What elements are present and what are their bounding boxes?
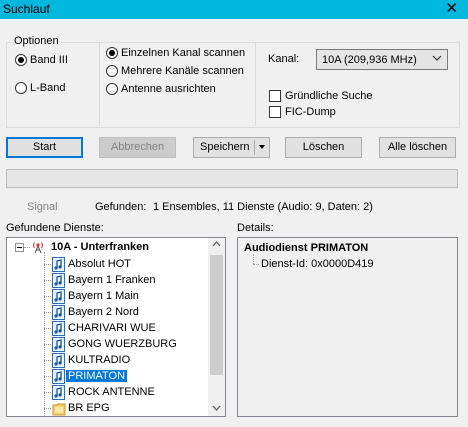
lband-radio[interactable] — [15, 82, 27, 94]
options-separator-2 — [255, 42, 256, 126]
scan-multi-radio[interactable] — [106, 65, 118, 77]
band3-radio[interactable] — [15, 54, 27, 66]
scan-antenna-label: Antenne ausrichten — [121, 83, 216, 95]
band3-label: Band III — [30, 54, 68, 66]
thorough-search-label: Gründliche Suche — [285, 90, 373, 102]
data-folder-icon — [52, 401, 66, 416]
channel-value: 10A (209,936 MHz) — [322, 54, 417, 66]
cancel-button[interactable]: Abbrechen — [99, 137, 176, 158]
fic-dump-checkbox[interactable] — [269, 106, 281, 118]
service-item[interactable]: Bayern 2 Nord — [68, 306, 139, 318]
scroll-down-icon[interactable] — [208, 404, 225, 413]
close-icon[interactable]: ✕ — [445, 0, 458, 18]
audio-note-icon — [52, 289, 65, 304]
details-label: Details: — [237, 222, 274, 234]
service-item[interactable]: BR EPG — [68, 402, 110, 414]
service-item[interactable]: GONG WUERZBURG — [68, 338, 177, 350]
service-item[interactable]: Absolut HOT — [68, 258, 131, 270]
service-item[interactable]: PRIMATON — [66, 370, 128, 382]
audio-note-icon — [52, 369, 65, 384]
tree-line — [44, 408, 51, 409]
found-label: Gefunden: — [95, 201, 147, 213]
start-button[interactable]: Start — [6, 137, 83, 158]
scan-antenna-radio[interactable] — [106, 83, 118, 95]
scan-single-label: Einzelnen Kanal scannen — [121, 47, 246, 59]
channel-label: Kanal: — [268, 53, 300, 65]
details-service-id: Dienst-Id: 0x0000D419 — [261, 258, 374, 270]
scrollbar[interactable] — [208, 238, 225, 416]
signal-label: Signal — [27, 201, 58, 213]
scan-single-radio[interactable] — [106, 47, 118, 59]
services-tree[interactable]: 10A - Unterfranken Absolut HOT Bayern 1 F… — [6, 237, 226, 417]
audio-note-icon — [52, 337, 65, 352]
tree-line — [44, 376, 51, 377]
scroll-thumb[interactable] — [210, 255, 223, 375]
service-item[interactable]: Bayern 1 Main — [68, 290, 139, 302]
fic-dump-label: FIC-Dump — [285, 106, 336, 118]
delete-all-button[interactable]: Alle löschen — [379, 137, 456, 158]
tree-line — [44, 296, 51, 297]
tree-line — [253, 264, 259, 265]
options-separator-1 — [99, 42, 100, 126]
options-legend: Optionen — [12, 35, 61, 47]
tree-line — [44, 344, 51, 345]
services-label: Gefundene Dienste: — [6, 222, 104, 234]
delete-button[interactable]: Löschen — [285, 137, 362, 158]
scan-progress-bar — [6, 169, 458, 188]
scroll-up-icon[interactable] — [208, 240, 225, 249]
save-dropdown-icon[interactable] — [257, 138, 267, 164]
save-split-divider — [254, 140, 255, 155]
audio-note-icon — [52, 321, 65, 336]
tree-line — [253, 254, 254, 264]
antenna-icon — [31, 240, 45, 257]
service-item[interactable]: KULTRADIO — [68, 354, 130, 366]
lband-label: L-Band — [30, 82, 66, 94]
scan-multi-label: Mehrere Kanäle scannen — [121, 65, 244, 77]
audio-note-icon — [52, 353, 65, 368]
service-item[interactable]: CHARIVARI WUE — [68, 322, 156, 334]
tree-line — [24, 247, 30, 248]
details-panel: Audiodienst PRIMATON Dienst-Id: 0x0000D4… — [237, 237, 458, 417]
save-split-button[interactable]: Speichern — [193, 137, 270, 158]
collapse-toggle-icon[interactable] — [15, 243, 24, 255]
channel-select[interactable]: 10A (209,936 MHz) — [316, 49, 448, 70]
audio-note-icon — [52, 385, 65, 400]
service-item[interactable]: ROCK ANTENNE — [68, 386, 155, 398]
tree-line — [44, 392, 51, 393]
tree-line — [44, 360, 51, 361]
title-bar — [0, 0, 468, 19]
audio-note-icon — [52, 305, 65, 320]
service-item[interactable]: Bayern 1 Franken — [68, 274, 155, 286]
tree-line — [44, 264, 51, 265]
tree-line — [44, 328, 51, 329]
window-title: Suchlauf — [3, 2, 50, 16]
thorough-search-checkbox[interactable] — [269, 90, 281, 102]
found-value: 1 Ensembles, 11 Dienste (Audio: 9, Daten… — [153, 201, 373, 213]
audio-note-icon — [52, 257, 65, 272]
save-button-label: Speichern — [200, 141, 250, 153]
ensemble-label[interactable]: 10A - Unterfranken — [51, 241, 149, 253]
chevron-down-icon — [432, 53, 442, 66]
audio-note-icon — [52, 273, 65, 288]
details-heading: Audiodienst PRIMATON — [244, 242, 369, 254]
tree-line — [44, 280, 51, 281]
tree-line — [44, 312, 51, 313]
